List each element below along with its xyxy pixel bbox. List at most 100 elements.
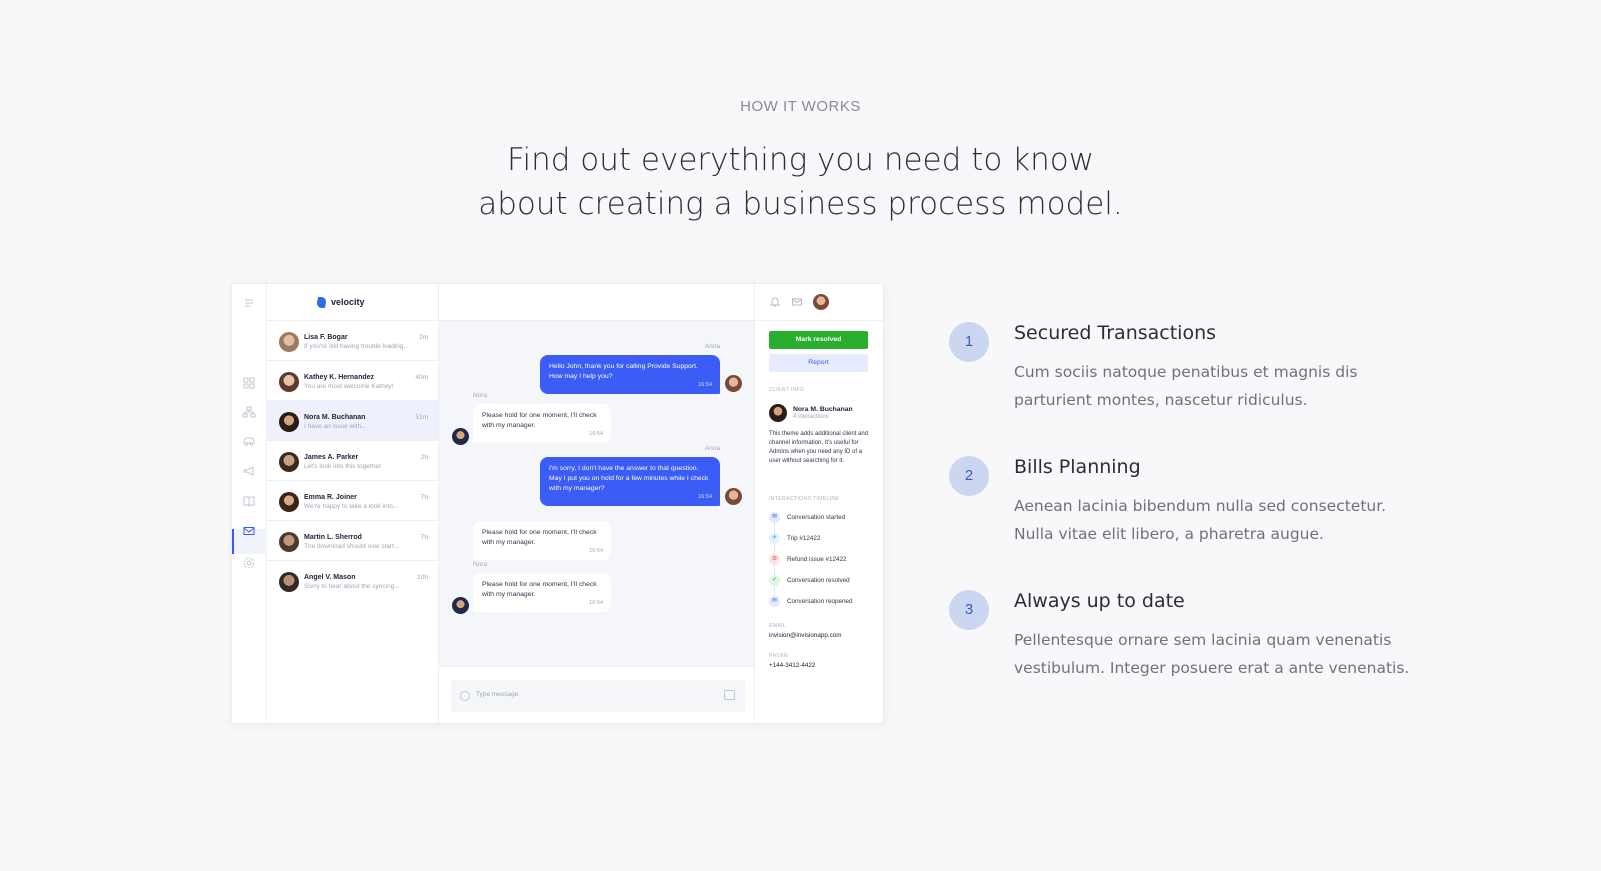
message-text: Please hold for one moment, I'll check w… [482, 412, 597, 429]
conversation-preview: We're happy to take a look into... [304, 503, 399, 510]
message-time: 16:54 [698, 494, 712, 500]
timeline-text: Conversation reopened [787, 598, 853, 605]
client-email[interactable]: invision@invisionapp.com [769, 632, 842, 639]
message-time: 16:54 [589, 431, 603, 437]
conversation-name: Emma R. Joiner [304, 494, 357, 501]
step-number: 1 [949, 322, 989, 362]
message-author: Nora [473, 561, 488, 568]
org-chart-icon[interactable] [242, 405, 256, 419]
client-info-panel: Mark resolved Report CLIENT INFO Nora M.… [754, 284, 885, 723]
conversation-item[interactable]: Lisa F. Bogar If you're still having tro… [267, 321, 438, 361]
conversation-item[interactable]: James A. Parker Let's look into this tog… [267, 441, 438, 481]
brand: velocity [267, 284, 438, 321]
message-author: Nora [473, 392, 488, 399]
bell-icon[interactable] [769, 296, 781, 308]
conversation-preview: The download should now start... [304, 543, 400, 550]
phone-label: PHONE [769, 653, 789, 659]
client-description: This theme adds additional client and ch… [769, 431, 869, 464]
settings-gear-icon[interactable] [242, 556, 256, 570]
conversation-time: 7h [420, 534, 428, 541]
conversation-item-selected[interactable]: Nora M. Buchanan I have an issue with...… [267, 401, 438, 441]
conversation-name: Lisa F. Bogar [304, 334, 348, 341]
avatar [279, 332, 299, 352]
step-number: 2 [949, 456, 989, 496]
message-author: Anna [704, 343, 720, 350]
conversation-preview: Sorry to hear about the syncing... [304, 583, 400, 590]
section-headline: Find out everything you need to know abo… [0, 138, 1601, 226]
avatar [279, 412, 299, 432]
conversation-time: 40m [415, 374, 428, 381]
step-description: Cum sociis natoque penatibus et magnis d… [1014, 363, 1358, 409]
conversation-preview: You are most welcome Kathey! [304, 383, 394, 390]
image-attach-icon[interactable] [724, 690, 735, 700]
timeline-text: Refund issue #12422 [787, 556, 847, 563]
timeline-item: ✓ Conversation resolved [769, 575, 879, 587]
mark-resolved-button[interactable]: Mark resolved [769, 331, 868, 349]
client-avatar [452, 428, 469, 445]
section-eyebrow: HOW IT WORKS [740, 98, 861, 115]
message-text: Please hold for one moment, I'll check w… [482, 581, 597, 598]
timeline-item: ✉ Conversation reopened [769, 596, 879, 608]
message-bubble-outgoing: Hello John, thank you for calling Provid… [540, 355, 720, 394]
report-button[interactable]: Report [769, 354, 868, 372]
avatar [279, 572, 299, 592]
conversation-item[interactable]: Angel V. Mason Sorry to hear about the s… [267, 561, 438, 601]
message-bubble-incoming: Please hold for one moment, I'll check w… [473, 573, 611, 612]
conversation-time: 2h [420, 454, 428, 461]
client-avatar [452, 597, 469, 614]
book-icon[interactable] [242, 494, 256, 508]
timeline-label: INTERACTIONS TIMELINE [769, 496, 840, 502]
icon-rail [232, 284, 267, 723]
agent-avatar [725, 375, 742, 392]
message-time: 16:54 [589, 600, 603, 606]
timeline-text: Conversation resolved [787, 577, 850, 584]
step-number: 3 [949, 590, 989, 630]
car-icon[interactable] [242, 434, 256, 448]
message-author: Anna [704, 445, 720, 452]
plane-icon: ✈ [769, 533, 780, 544]
check-icon: ✓ [769, 575, 780, 586]
agent-avatar [725, 488, 742, 505]
conversation-time: 2m [418, 334, 428, 341]
conversation-name: James A. Parker [304, 454, 359, 461]
message-time: 16:54 [589, 548, 603, 554]
dashboard-icon[interactable] [242, 376, 256, 390]
mail-icon: ✉ [769, 596, 780, 607]
message-input[interactable]: Type message [451, 680, 745, 712]
timeline-item: ⊘ Refund issue #12422 [769, 554, 879, 566]
inbox-mail-icon[interactable] [242, 524, 256, 538]
client-interactions: 4 interactions [793, 414, 829, 420]
conversation-name: Nora M. Buchanan [304, 414, 366, 421]
step-description: Pellentesque ornare sem lacinia quam ven… [1014, 631, 1410, 677]
client-avatar [769, 404, 787, 422]
timeline-text: Conversation started [787, 514, 846, 521]
step-title: Secured Transactions [1014, 322, 1217, 344]
conversation-name: Angel V. Mason [304, 574, 356, 581]
client-phone[interactable]: +144-3412-4422 [769, 662, 815, 669]
mail-icon[interactable] [791, 296, 803, 308]
headline-line-1: Find out everything you need to know [506, 142, 1095, 178]
emoji-icon[interactable] [460, 691, 470, 701]
velocity-logo-icon [316, 296, 327, 308]
megaphone-icon[interactable] [242, 464, 256, 478]
chat-header [439, 284, 754, 321]
client-info-label: CLIENT INFO [769, 387, 805, 393]
conversation-item[interactable]: Emma R. Joiner We're happy to take a loo… [267, 481, 438, 521]
step-title: Bills Planning [1014, 456, 1141, 478]
message-bubble-incoming: Please hold for one moment, I'll check w… [473, 521, 611, 560]
message-text: Hello John, thank you for calling Provid… [549, 363, 698, 380]
menu-icon[interactable] [242, 296, 256, 310]
timeline-item: ✉ Conversation started [769, 512, 879, 524]
user-avatar[interactable] [813, 294, 829, 310]
conversation-item[interactable]: Martin L. Sherrod The download should no… [267, 521, 438, 561]
conversation-time: 10h [417, 574, 428, 581]
mail-icon: ✉ [769, 512, 780, 523]
timeline-text: Trip #12422 [787, 535, 821, 542]
step-title: Always up to date [1014, 590, 1185, 612]
conversation-name: Kathey K. Hernandez [304, 374, 375, 381]
conversation-time: 7h [420, 494, 428, 501]
avatar [279, 532, 299, 552]
conversation-name: Martin L. Sherrod [304, 534, 362, 541]
app-mockup: velocity Lisa F. Bogar If you're still h… [231, 283, 885, 724]
conversation-item[interactable]: Kathey K. Hernandez You are most welcome… [267, 361, 438, 401]
